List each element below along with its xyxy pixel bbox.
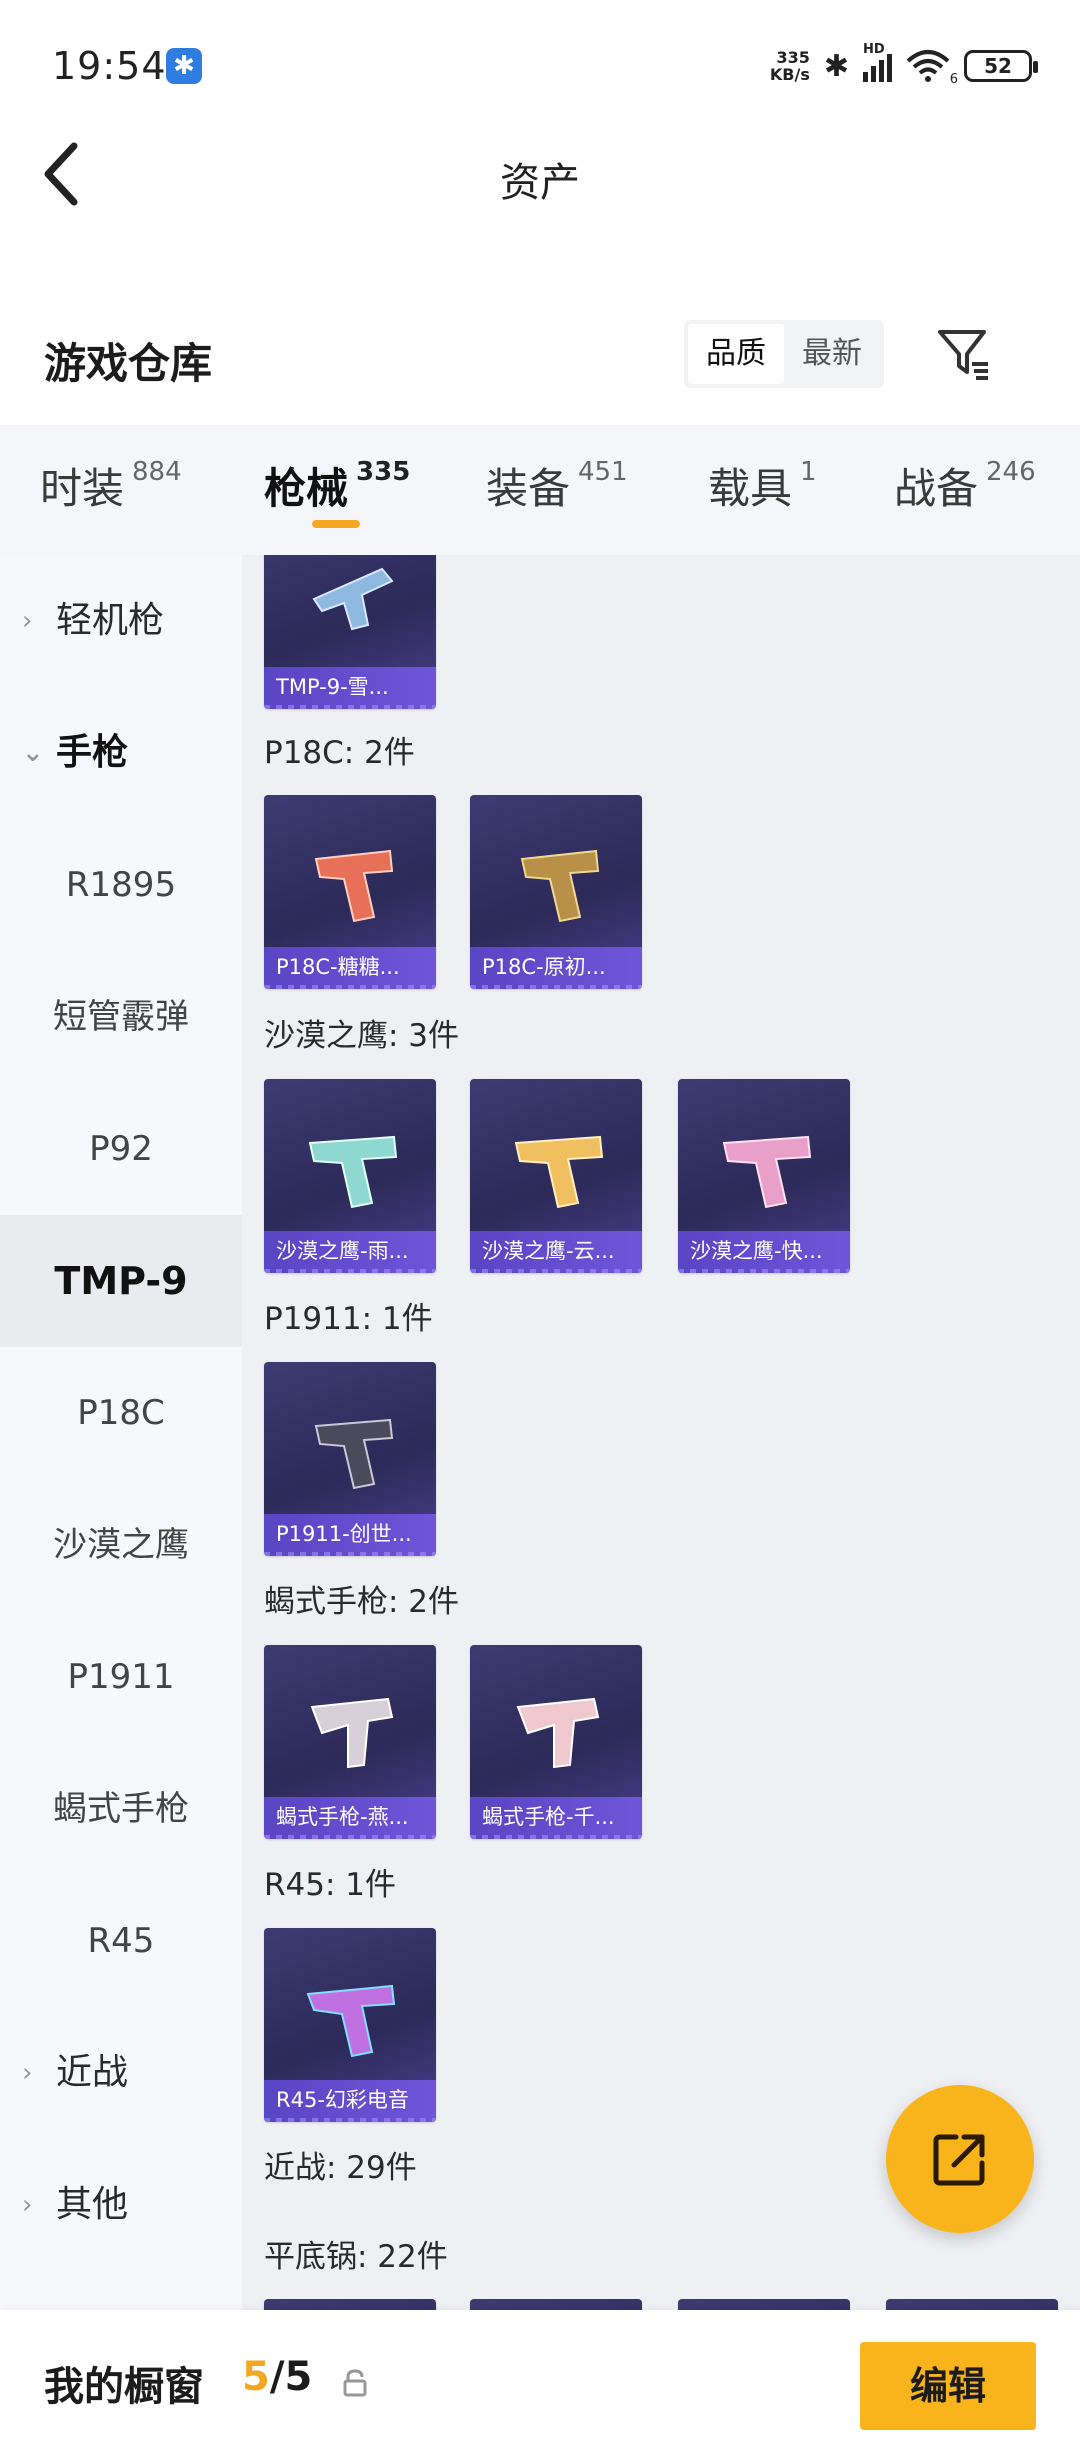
- item-card[interactable]: P1911-创世...: [264, 1362, 436, 1556]
- group-label: 近战: 29件: [264, 2150, 417, 2186]
- status-icons: 335 KB/s ✱ HD 6 52: [769, 42, 1038, 88]
- sidebar-item-lmg[interactable]: › 轻机枪: [0, 555, 242, 687]
- sidebar-item-p18c[interactable]: P18C: [0, 1347, 242, 1479]
- sort-option-quality[interactable]: 品质: [688, 324, 784, 384]
- page-title: 资产: [500, 160, 580, 206]
- sidebar-item-sawed-off[interactable]: 短管霰弹: [0, 951, 242, 1083]
- pistol-icon: [308, 1135, 398, 1209]
- filter-button[interactable]: [934, 324, 994, 384]
- status-bar: 19:54 ✱ 335 KB/s ✱ HD 6 52: [0, 0, 1080, 136]
- sidebar-item-p1911[interactable]: P1911: [0, 1611, 242, 1743]
- item-card[interactable]: 沙漠之鹰-云...: [470, 1079, 642, 1273]
- battery-icon: 52: [964, 50, 1038, 82]
- sidebar-item-pistols[interactable]: ⌄ 手枪: [0, 687, 242, 819]
- smg-icon: [312, 567, 394, 631]
- sidebar-item-other[interactable]: › 其他: [0, 2139, 242, 2271]
- item-card[interactable]: [886, 2299, 1058, 2310]
- item-card[interactable]: P18C-原初...: [470, 795, 642, 989]
- item-card[interactable]: R45-幻彩电音: [264, 1928, 436, 2122]
- share-fab-button[interactable]: [886, 2085, 1034, 2233]
- lock-icon: [343, 2369, 367, 2397]
- item-card[interactable]: 沙漠之鹰-快...: [678, 1079, 850, 1273]
- active-tab-indicator: [312, 520, 360, 528]
- wifi-icon: 6: [906, 49, 958, 87]
- edit-button[interactable]: 编辑: [860, 2342, 1036, 2430]
- chevron-right-icon: ›: [22, 606, 33, 636]
- category-tabs: 时装 884 枪械 335 装备 451 载具 1 战备 246: [0, 425, 1080, 555]
- item-card[interactable]: P18C-糖糖...: [264, 795, 436, 989]
- sort-option-newest[interactable]: 最新: [784, 324, 880, 384]
- sidebar-item-desert-eagle[interactable]: 沙漠之鹰: [0, 1479, 242, 1611]
- tab-equipment[interactable]: 装备 451: [486, 455, 628, 516]
- group-label: 沙漠之鹰: 3件: [264, 1018, 460, 1054]
- chevron-down-icon: ⌄: [22, 738, 44, 768]
- sidebar-item-skorpion[interactable]: 蝎式手枪: [0, 1743, 242, 1875]
- group-label: P18C: 2件: [264, 735, 415, 771]
- group-label: P1911: 1件: [264, 1301, 433, 1337]
- showcase-count: 5/5: [242, 2354, 313, 2400]
- sidebar-item-p92[interactable]: P92: [0, 1083, 242, 1215]
- item-card[interactable]: TMP-9-雪...: [264, 555, 436, 709]
- sidebar-item-tmp9[interactable]: TMP-9: [0, 1215, 242, 1347]
- chevron-right-icon: ›: [22, 2058, 33, 2088]
- item-card[interactable]: 蝎式手枪-燕...: [264, 1645, 436, 1839]
- item-card[interactable]: [264, 2299, 436, 2310]
- tab-fashion[interactable]: 时装 884: [40, 455, 182, 516]
- item-grid: TMP-9-雪... P18C: 2件 P18C-糖糖... P18C-原初..…: [242, 555, 1080, 2310]
- section-header: 游戏仓库 品质 最新: [0, 300, 1080, 420]
- pistol-icon: [314, 849, 394, 923]
- item-card[interactable]: [470, 2299, 642, 2310]
- section-title: 游戏仓库: [44, 339, 213, 388]
- item-card[interactable]: 沙漠之鹰-雨...: [264, 1079, 436, 1273]
- external-link-icon: [933, 2134, 985, 2186]
- group-label: R45: 1件: [264, 1867, 397, 1903]
- pistol-icon: [520, 849, 600, 923]
- smg-icon: [310, 1697, 394, 1769]
- net-speed: 335 KB/s: [769, 48, 810, 84]
- pistol-icon: [314, 1418, 394, 1490]
- tab-vehicles[interactable]: 载具 1: [708, 455, 817, 516]
- tab-supplies[interactable]: 战备 246: [894, 455, 1036, 516]
- sidebar-item-melee[interactable]: › 近战: [0, 2007, 242, 2139]
- item-card[interactable]: [678, 2299, 850, 2310]
- pistol-icon: [514, 1135, 604, 1209]
- chevron-right-icon: ›: [22, 2190, 33, 2220]
- status-time: 19:54: [52, 44, 167, 88]
- sidebar-item-r45[interactable]: R45: [0, 1875, 242, 2007]
- item-card[interactable]: 蝎式手枪-千...: [470, 1645, 642, 1839]
- group-label: 平底锅: 22件: [264, 2239, 448, 2275]
- showcase-bar: 我的橱窗 5/5 编辑: [0, 2310, 1080, 2460]
- sidebar-item-r1895[interactable]: R1895: [0, 819, 242, 951]
- signal-icon: HD: [863, 42, 892, 82]
- notification-app-icon: ✱: [166, 48, 202, 84]
- sort-toggle: 品质 最新: [684, 320, 884, 388]
- category-sidebar: › 轻机枪 ⌄ 手枪 R1895 短管霰弹 P92 TMP-9 P18C 沙漠之鹰 …: [0, 555, 242, 2310]
- filter-icon: [938, 330, 988, 380]
- pistol-icon: [722, 1135, 812, 1209]
- smg-icon: [516, 1697, 600, 1769]
- tab-firearms[interactable]: 枪械 335: [264, 455, 410, 516]
- showcase-title: 我的橱窗: [44, 2364, 204, 2410]
- revolver-icon: [306, 1984, 396, 2058]
- bluetooth-icon: ✱: [823, 48, 849, 84]
- group-label: 蝎式手枪: 2件: [264, 1584, 460, 1620]
